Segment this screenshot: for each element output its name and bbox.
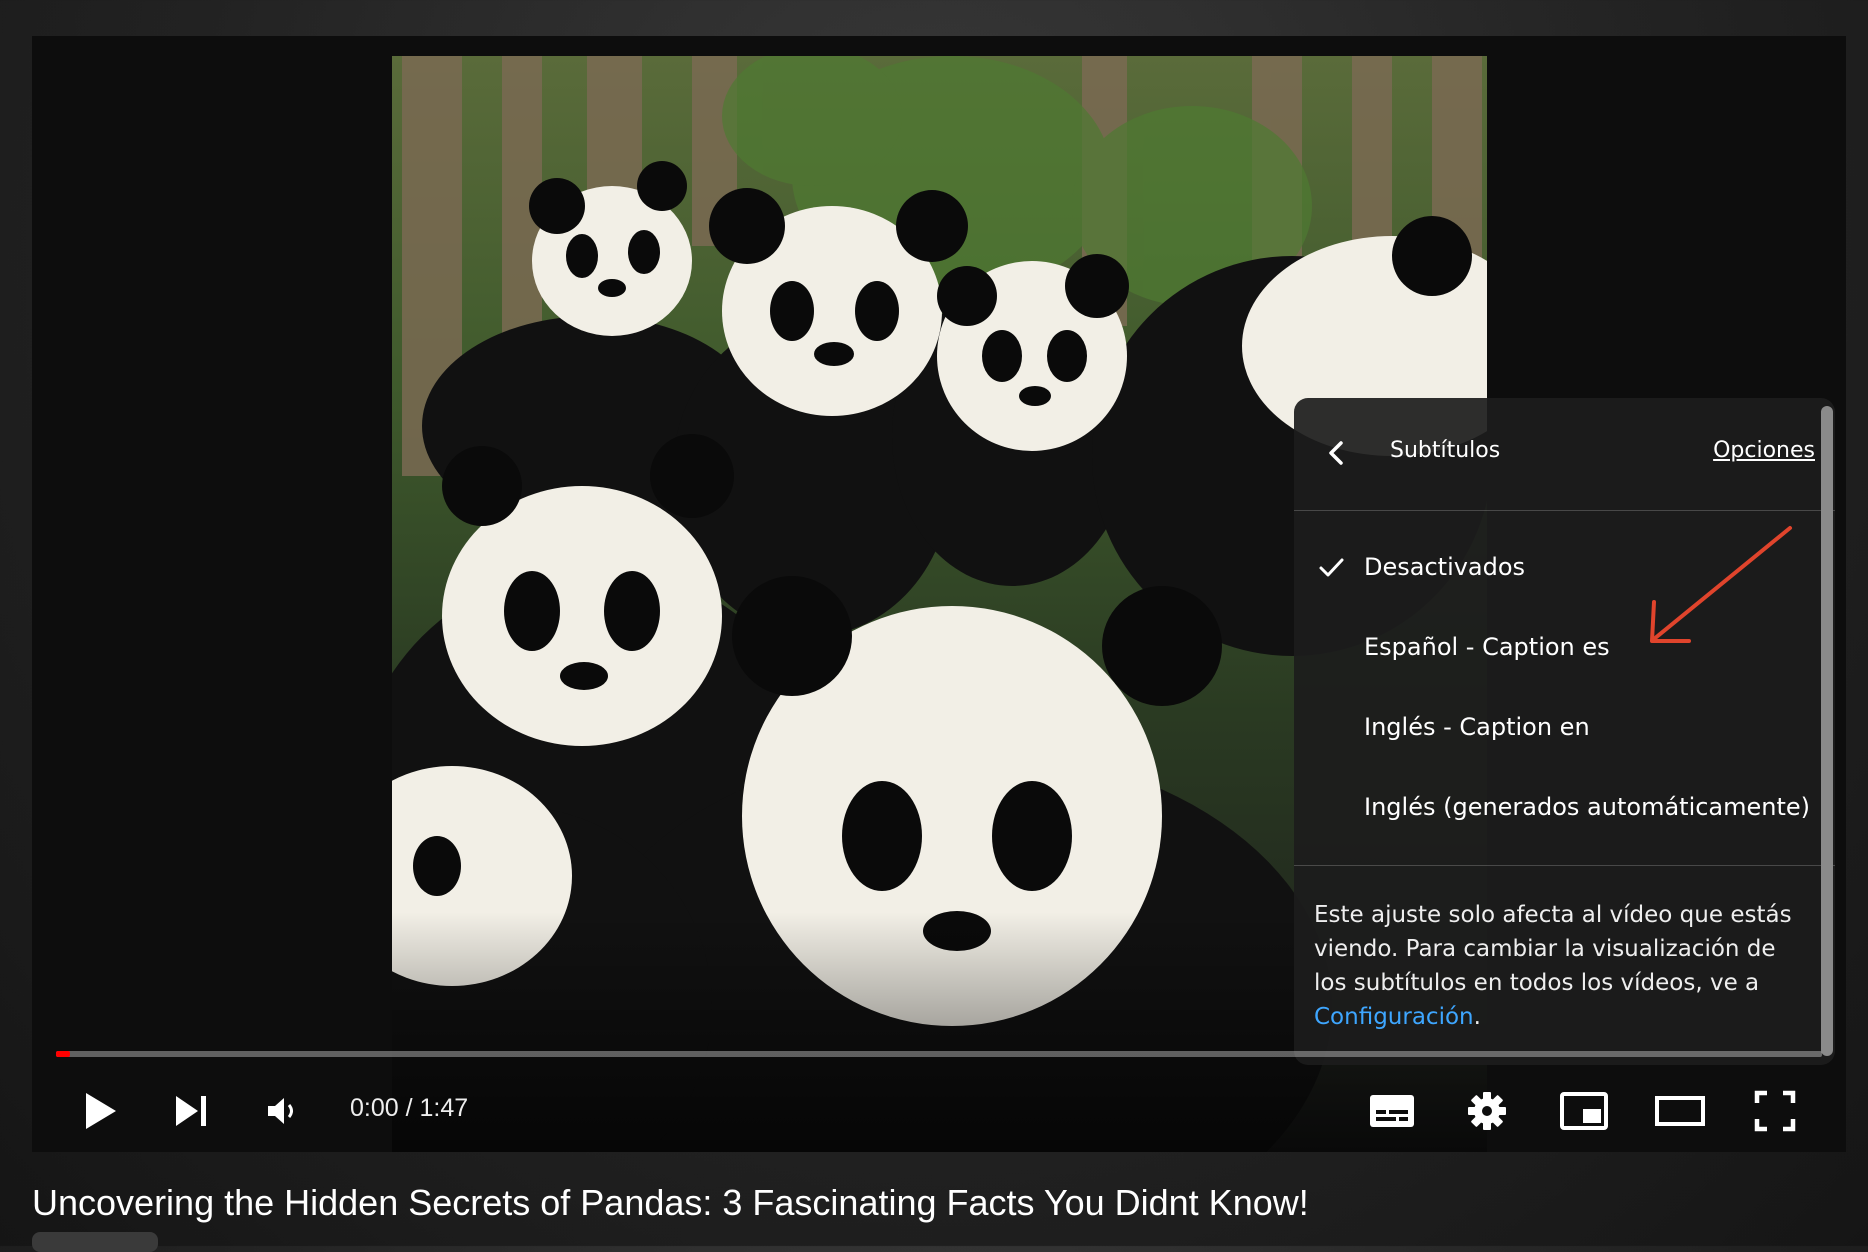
next-button[interactable]	[164, 1081, 220, 1141]
video-player[interactable]: Subtítulos Opciones Desactivados Español…	[32, 36, 1846, 1152]
settings-button[interactable]	[1457, 1081, 1517, 1141]
progress-bar[interactable]	[56, 1051, 1822, 1057]
subtitles-button[interactable]	[1362, 1081, 1422, 1141]
fullscreen-button[interactable]	[1745, 1081, 1805, 1141]
menu-title: Subtítulos	[1390, 438, 1501, 463]
subtitle-option-label: Inglés (generados automáticamente)	[1364, 793, 1811, 821]
menu-divider	[1294, 865, 1835, 866]
time-current: 0:00	[350, 1094, 399, 1122]
gear-icon	[1468, 1092, 1506, 1130]
volume-button[interactable]	[254, 1081, 310, 1141]
subtitles-menu: Subtítulos Opciones Desactivados Español…	[1294, 398, 1835, 1065]
annotation-arrow-icon	[1650, 526, 1792, 643]
time-display: 0:00 / 1:47	[350, 1094, 468, 1123]
note-text: Este ajuste solo afecta al vídeo que est…	[1314, 902, 1792, 996]
subtitle-option-label: Inglés - Caption en	[1364, 713, 1590, 741]
menu-note: Este ajuste solo afecta al vídeo que est…	[1314, 898, 1794, 1034]
fullscreen-icon	[1754, 1090, 1796, 1132]
miniplayer-icon	[1560, 1092, 1608, 1130]
menu-scrollbar[interactable]	[1821, 406, 1833, 1056]
subtitle-option-english-auto[interactable]: Inglés (generados automáticamente)	[1294, 774, 1835, 840]
time-total: 1:47	[419, 1094, 469, 1122]
theater-button[interactable]	[1650, 1081, 1710, 1141]
play-icon	[86, 1093, 116, 1129]
subtitle-option-label: Desactivados	[1364, 553, 1526, 581]
subtitles-icon	[1370, 1095, 1414, 1127]
options-link[interactable]: Opciones	[1713, 438, 1815, 463]
subtitle-option-english[interactable]: Inglés - Caption en	[1294, 694, 1835, 760]
settings-link[interactable]: Configuración	[1314, 1004, 1474, 1030]
subtitle-option-label: Español - Caption es	[1364, 633, 1610, 661]
menu-header: Subtítulos Opciones	[1294, 398, 1835, 511]
time-separator: /	[398, 1094, 420, 1122]
video-title: Uncovering the Hidden Secrets of Pandas:…	[32, 1182, 1309, 1223]
miniplayer-button[interactable]	[1554, 1081, 1614, 1141]
volume-icon	[268, 1098, 293, 1124]
channel-chip[interactable]	[32, 1232, 158, 1252]
progress-played	[56, 1051, 71, 1057]
next-icon	[176, 1096, 206, 1126]
note-end: .	[1473, 1004, 1481, 1030]
checkmark-icon	[1319, 558, 1344, 577]
theater-icon	[1655, 1096, 1705, 1126]
back-icon[interactable]	[1322, 438, 1352, 468]
play-button[interactable]	[72, 1081, 128, 1141]
